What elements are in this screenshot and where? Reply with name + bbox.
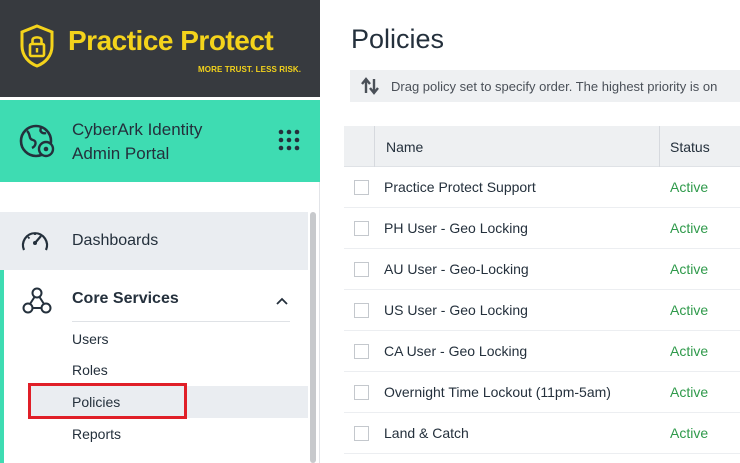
row-checkbox[interactable]	[354, 303, 369, 318]
column-separator	[659, 126, 660, 167]
sort-arrows-icon	[360, 77, 380, 100]
nav-item-dashboards[interactable]: Dashboards	[0, 212, 308, 270]
policy-name: Land & Catch	[384, 425, 469, 441]
chevron-up-icon[interactable]	[276, 292, 288, 310]
brand-name: Practice Protect	[68, 25, 274, 56]
divider	[72, 321, 290, 322]
status-text: Active	[670, 261, 709, 277]
status-text: Active	[670, 343, 709, 359]
brand-header: Practice Protect MORE TRUST. LESS RISK.	[0, 0, 320, 97]
globe-gear-icon	[18, 122, 56, 165]
active-indicator	[0, 270, 4, 463]
status-text: Active	[670, 425, 709, 441]
status-text: Active	[670, 179, 709, 195]
row-checkbox[interactable]	[354, 180, 369, 195]
column-header-status[interactable]: Status	[670, 139, 710, 155]
main-content: Policies Drag policy set to specify orde…	[320, 0, 740, 463]
table-row[interactable]: Practice Protect Support Active	[344, 167, 740, 208]
brand-tagline: MORE TRUST. LESS RISK.	[198, 65, 302, 74]
gauge-icon	[20, 228, 50, 259]
annotation-highlight-box	[28, 383, 187, 419]
status-text: Active	[670, 384, 709, 400]
row-checkbox[interactable]	[354, 262, 369, 277]
policy-name: CA User - Geo Locking	[384, 343, 528, 359]
row-checkbox[interactable]	[354, 426, 369, 441]
row-checkbox[interactable]	[354, 344, 369, 359]
nav-group-core-services: Core Services Users Roles Policies Repor…	[0, 270, 308, 463]
nav-item-label: Dashboards	[72, 232, 159, 249]
status-text: Active	[670, 220, 709, 236]
row-checkbox[interactable]	[354, 385, 369, 400]
shield-lock-icon	[20, 24, 54, 73]
nav-group-label[interactable]: Core Services	[72, 290, 179, 308]
status-text: Active	[670, 302, 709, 318]
portal-title: CyberArk Identity Admin Portal	[72, 120, 203, 163]
policy-name: PH User - Geo Locking	[384, 220, 528, 236]
column-separator	[374, 126, 375, 167]
sidebar-item-users[interactable]: Users	[72, 331, 109, 347]
policy-name: AU User - Geo-Locking	[384, 261, 529, 277]
sidebar: Practice Protect MORE TRUST. LESS RISK. …	[0, 0, 320, 463]
network-nodes-icon	[22, 287, 52, 320]
table-row[interactable]: US User - Geo Locking Active	[344, 290, 740, 331]
page-title: Policies	[351, 24, 445, 54]
table-row[interactable]: AU User - Geo-Locking Active	[344, 249, 740, 290]
policy-name: US User - Geo Locking	[384, 302, 528, 318]
app-grid-icon[interactable]	[278, 129, 300, 156]
row-checkbox[interactable]	[354, 221, 369, 236]
policy-name: Overnight Time Lockout (11pm-5am)	[384, 384, 611, 400]
sidebar-scrollbar[interactable]	[310, 212, 316, 463]
table-header: Name Status	[344, 126, 740, 167]
table-row[interactable]: Land & Catch Active	[344, 413, 740, 454]
info-text: Drag policy set to specify order. The hi…	[391, 79, 718, 94]
sidebar-item-reports[interactable]: Reports	[72, 426, 121, 442]
table-row[interactable]: PH User - Geo Locking Active	[344, 208, 740, 249]
column-header-name[interactable]: Name	[386, 139, 423, 155]
table-row[interactable]: Overnight Time Lockout (11pm-5am) Active	[344, 372, 740, 413]
portal-header: CyberArk Identity Admin Portal	[0, 100, 320, 182]
info-banner: Drag policy set to specify order. The hi…	[350, 70, 740, 102]
sidebar-item-roles[interactable]: Roles	[72, 362, 108, 378]
table-row[interactable]: CA User - Geo Locking Active	[344, 331, 740, 372]
policy-name: Practice Protect Support	[384, 179, 536, 195]
